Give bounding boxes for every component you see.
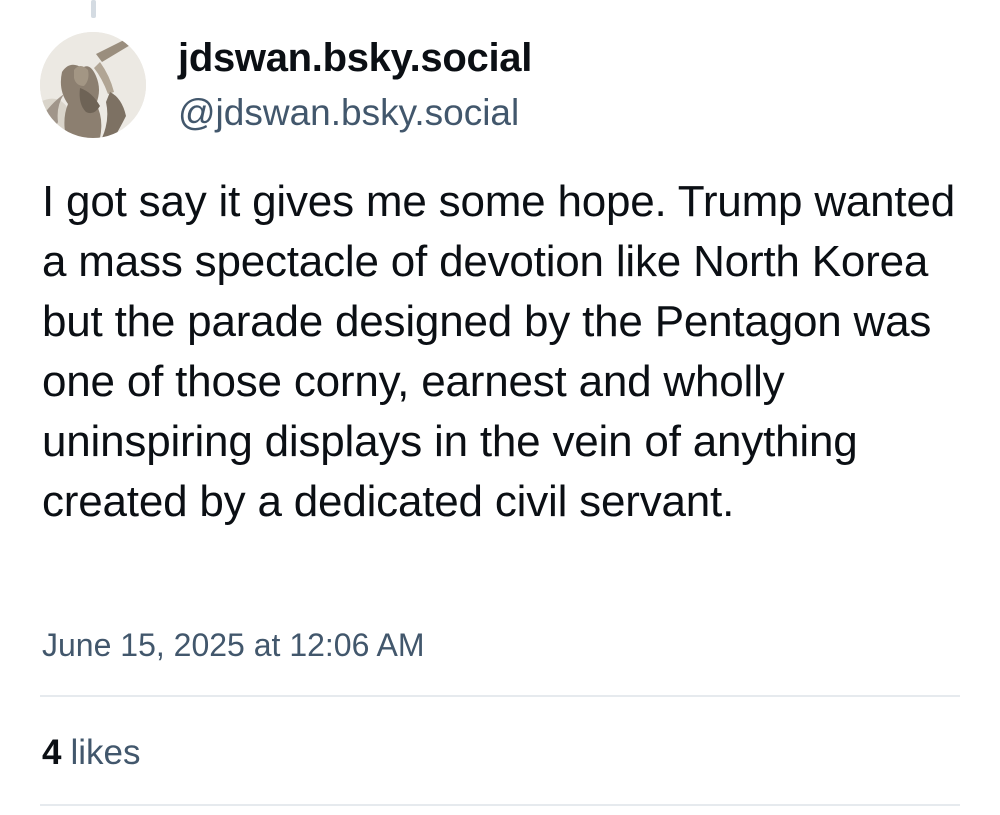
divider xyxy=(40,695,960,697)
post-text: I got say it gives me some hope. Trump w… xyxy=(42,177,956,526)
avatar[interactable] xyxy=(40,32,146,138)
statue-photo-avatar xyxy=(40,32,146,138)
post: jdswan.bsky.social @jdswan.bsky.social I… xyxy=(0,0,1000,815)
author-display-name[interactable]: jdswan.bsky.social xyxy=(178,36,532,81)
likes-label: likes xyxy=(70,733,141,772)
likes-count-link[interactable]: 4 likes xyxy=(42,733,141,773)
divider xyxy=(40,804,960,806)
likes-count: 4 xyxy=(42,733,62,772)
author-handle[interactable]: @jdswan.bsky.social xyxy=(178,92,519,134)
post-timestamp: June 15, 2025 at 12:06 AM xyxy=(42,627,425,663)
